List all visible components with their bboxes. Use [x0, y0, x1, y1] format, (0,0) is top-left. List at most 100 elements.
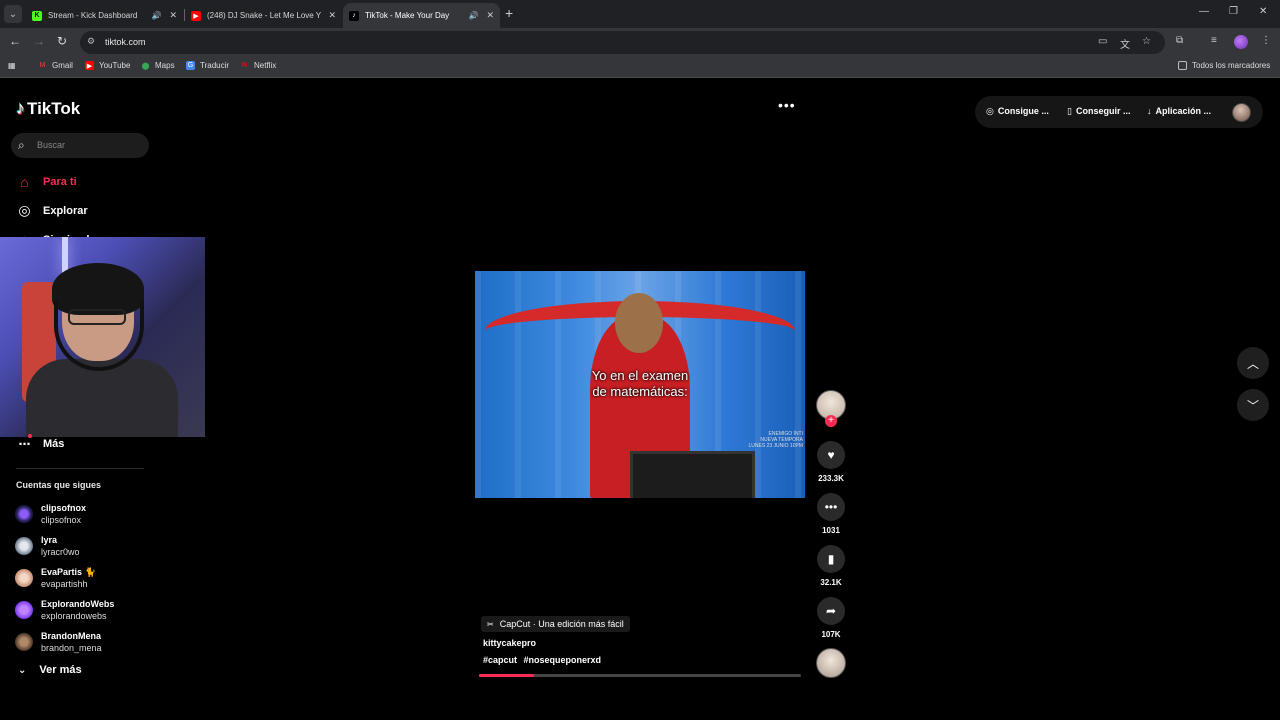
speaker-icon[interactable]: 🔊	[151, 11, 161, 20]
more-dots-icon: ⋯	[16, 434, 33, 451]
download-app-button[interactable]: ↓ Aplicación ...	[1147, 106, 1211, 116]
forward-icon[interactable]: →	[33, 34, 45, 48]
followed-account-item[interactable]: EvaPartis 🐈 evapartishh	[15, 566, 96, 590]
back-icon[interactable]: ←	[9, 34, 21, 48]
video-progress-bar[interactable]	[479, 674, 801, 677]
translate-icon[interactable]: 文	[1120, 36, 1130, 51]
following-title: Cuentas que sigues	[16, 480, 102, 490]
followed-account-item[interactable]: lyra lyracr0wo	[15, 534, 80, 558]
account-handle: explorandowebs	[41, 611, 107, 621]
tiktok-icon: ♪	[349, 10, 359, 21]
extensions-icon[interactable]: ⧉	[1176, 35, 1183, 46]
see-more-button[interactable]: ⌄ Ver más	[18, 664, 82, 676]
close-window-icon[interactable]: ✕	[1259, 6, 1267, 17]
button-label: Consigue ...	[997, 106, 1049, 116]
avatar	[15, 537, 33, 555]
more-options-icon[interactable]: •••	[778, 97, 796, 113]
get-app-button[interactable]: ▯ Conseguir ...	[1067, 106, 1130, 117]
bookmark-traducir[interactable]: G Traducir	[186, 61, 229, 70]
media-control-icon[interactable]: ≡	[1211, 35, 1217, 46]
menu-icon[interactable]: ⋮	[1261, 35, 1271, 46]
nav-explore[interactable]: ◎ Explorar	[16, 202, 87, 219]
minimize-icon[interactable]: —	[1199, 6, 1209, 17]
like-button[interactable]: ♥ 233.3K	[816, 441, 846, 483]
browser-toolbar: ← → ↻ ⚙ tiktok.com ▭ 文 ☆ ⧉ ≡ ⋮	[0, 28, 1280, 56]
reload-icon[interactable]: ↻	[57, 34, 67, 48]
close-tab-icon[interactable]: ✕	[169, 10, 177, 21]
coin-icon: ◎	[986, 106, 994, 116]
bookmark-label: Netflix	[254, 61, 277, 70]
tiktok-logo[interactable]: ♪ TikTok	[16, 98, 80, 119]
address-bar[interactable]: ⚙ tiktok.com ▭ 文 ☆	[80, 31, 1165, 54]
tab-search-icon[interactable]: ⌄	[4, 5, 22, 23]
like-count: 233.3K	[818, 474, 844, 483]
tab-title: TikTok - Make Your Day	[365, 11, 450, 20]
nav-for-you[interactable]: ⌂ Para ti	[16, 173, 76, 190]
url-text: tiktok.com	[105, 37, 146, 47]
new-tab-button[interactable]: +	[505, 5, 513, 21]
previous-video-button[interactable]: ︿	[1237, 347, 1269, 379]
bookmark-star-icon[interactable]: ☆	[1142, 36, 1151, 47]
speaker-icon[interactable]: 🔊	[468, 11, 478, 20]
avatar	[15, 505, 33, 523]
gmail-icon: M	[39, 62, 46, 69]
profile-avatar[interactable]	[1234, 35, 1248, 49]
save-button[interactable]: ▮ 32.1K	[816, 545, 846, 587]
comment-icon: •••	[817, 493, 845, 521]
avatar	[15, 633, 33, 651]
chevron-up-icon: ︿	[1246, 356, 1259, 371]
hashtag-link[interactable]: #capcut	[483, 655, 517, 665]
video-player[interactable]: Yo en el examen de matemáticas: ENEMIGO …	[475, 271, 805, 498]
account-name-text: EvaPartis	[41, 567, 83, 577]
install-icon[interactable]: ▭	[1098, 36, 1107, 47]
music-disc-avatar[interactable]	[816, 648, 846, 678]
search-input[interactable]: ⌕ Buscar	[11, 133, 149, 158]
tab-title: Stream - Kick Dashboard	[48, 11, 138, 20]
youtube-icon: ▶	[191, 10, 201, 21]
apps-grid-icon[interactable]: ▦	[8, 61, 16, 70]
netflix-icon: N	[241, 62, 248, 69]
hashtag-link[interactable]: #nosequeponerxd	[524, 655, 602, 665]
user-avatar[interactable]	[1232, 103, 1251, 122]
compass-icon: ◎	[18, 202, 31, 218]
bookmark-netflix[interactable]: N Netflix	[240, 61, 276, 70]
video-progress-fill	[479, 674, 534, 677]
all-bookmarks-folder[interactable]: Todos los marcadores	[1178, 61, 1270, 70]
site-info-icon[interactable]: ⚙	[87, 36, 95, 47]
followed-account-item[interactable]: clipsofnox clipsofnox	[15, 502, 86, 526]
next-video-button[interactable]: ﹀	[1237, 389, 1269, 421]
save-count: 32.1K	[820, 578, 842, 587]
get-coins-button[interactable]: ◎ Consigue ...	[986, 106, 1049, 117]
logo-text: TikTok	[27, 98, 81, 118]
tab-tiktok[interactable]: ♪ TikTok - Make Your Day 🔊 ✕	[343, 3, 500, 28]
nav-more[interactable]: ⋯ Más	[16, 434, 64, 451]
bookmark-maps[interactable]: ⬤ Maps	[141, 61, 175, 70]
tab-youtube[interactable]: ▶ (248) DJ Snake - Let Me Love Y ✕	[185, 3, 342, 28]
button-label: Conseguir ...	[1075, 106, 1131, 116]
share-arrow-icon: ➦	[817, 597, 845, 625]
account-handle: evapartishh	[41, 579, 88, 589]
share-button[interactable]: ➦ 107K	[816, 597, 846, 639]
capcut-icon: ✂	[487, 619, 494, 629]
avatar	[15, 601, 33, 619]
bookmarks-bar: ▦ M Gmail ▶ YouTube ⬤ Maps G Traducir N …	[0, 56, 1280, 78]
tab-kick-dashboard[interactable]: K Stream - Kick Dashboard 🔊 ✕	[26, 3, 183, 28]
bookmark-gmail[interactable]: M Gmail	[38, 61, 73, 70]
chevron-down-icon: ﹀	[1246, 398, 1259, 413]
restore-icon[interactable]: ❐	[1229, 6, 1238, 17]
video-author[interactable]: kittycakepro	[483, 638, 536, 648]
account-name: ExplorandoWebs	[41, 599, 115, 609]
capcut-link[interactable]: ✂ CapCut · Una edición más fácil	[481, 616, 630, 632]
phone-icon: ▯	[1067, 106, 1072, 116]
followed-account-item[interactable]: ExplorandoWebs explorandowebs	[15, 598, 114, 622]
comment-button[interactable]: ••• 1031	[816, 493, 846, 535]
browser-tab-bar: ⌄ K Stream - Kick Dashboard 🔊 ✕ ▶ (248) …	[0, 0, 1280, 28]
follow-plus-icon[interactable]: +	[825, 415, 837, 427]
followed-account-item[interactable]: BrandonMena brandon_mena	[15, 630, 102, 654]
bookmark-youtube[interactable]: ▶ YouTube	[85, 61, 130, 70]
close-tab-icon[interactable]: ✕	[328, 10, 336, 21]
folder-icon	[1178, 61, 1187, 70]
badge-icon: 🐈	[84, 567, 96, 577]
close-tab-icon[interactable]: ✕	[486, 10, 494, 21]
bookmark-label: Todos los marcadores	[1192, 61, 1271, 70]
